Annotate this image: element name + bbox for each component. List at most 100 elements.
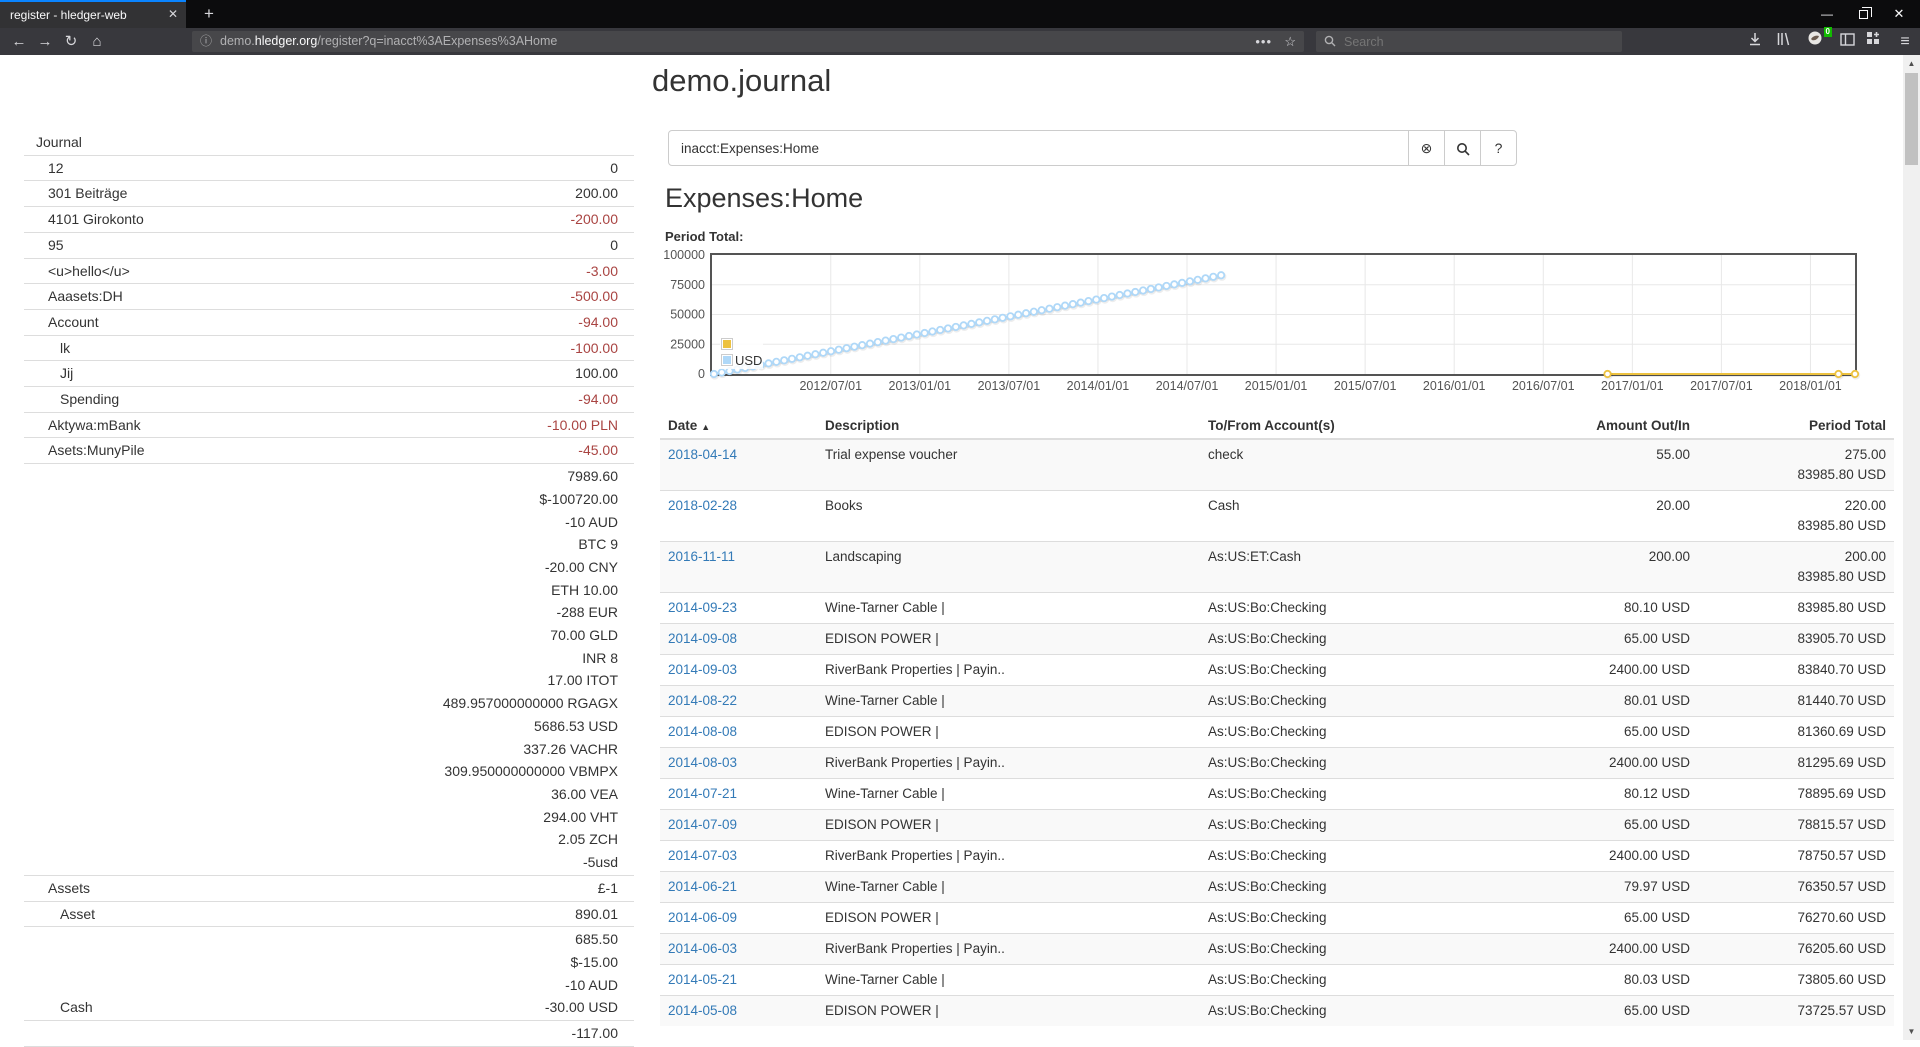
transaction-date-link[interactable]: 2014-08-08 [668, 724, 737, 739]
menu-hamburger-icon[interactable]: ≡ [1893, 30, 1917, 53]
sidebar-account-row[interactable]: Aaasets:DH-500.00 [24, 284, 634, 310]
sidebar-account-row[interactable]: -117.00 [24, 1021, 634, 1047]
sidebar-account-row[interactable]: Asset890.01 [24, 902, 634, 928]
register-row[interactable]: 2014-07-21Wine-Tarner Cable |As:US:Bo:Ch… [660, 779, 1894, 810]
register-row[interactable]: 2014-07-03RiverBank Properties | Payin..… [660, 841, 1894, 872]
home-button[interactable]: ⌂ [84, 30, 110, 53]
search-help-button[interactable]: ? [1480, 130, 1517, 166]
register-row[interactable]: 2014-09-08EDISON POWER |As:US:Bo:Checkin… [660, 624, 1894, 655]
svg-text:2015/01/01: 2015/01/01 [1245, 379, 1308, 393]
column-header-date[interactable]: Date▲ [660, 413, 817, 439]
transaction-date-link[interactable]: 2016-11-11 [668, 549, 735, 564]
page-scrollbar[interactable]: ▲ ▼ [1903, 55, 1920, 1040]
browser-search-bar[interactable] [1316, 31, 1622, 52]
download-icon[interactable] [1743, 30, 1767, 53]
browser-search-input[interactable] [1344, 31, 1604, 52]
account-link[interactable]: Spending [24, 388, 119, 411]
account-link[interactable]: Asets:MunyPile [24, 439, 144, 462]
register-row[interactable]: 2016-11-11LandscapingAs:US:ET:Cash200.00… [660, 542, 1894, 593]
sidebar-account-row[interactable]: Cash685.50$-15.00-10 AUD-30.00 USD [24, 927, 634, 1021]
account-link[interactable]: Jij [24, 362, 73, 385]
sidebar-account-row[interactable]: Jij100.00 [24, 361, 634, 387]
transaction-date-link[interactable]: 2014-08-03 [668, 755, 737, 770]
transaction-date-link[interactable]: 2014-06-21 [668, 879, 737, 894]
window-restore-button[interactable] [1846, 0, 1880, 28]
window-close-button[interactable]: ✕ [1882, 0, 1916, 28]
transaction-date-link[interactable]: 2014-06-09 [668, 910, 737, 925]
transaction-date-link[interactable]: 2014-09-03 [668, 662, 737, 677]
sidebar-account-row[interactable]: 301 Beiträge200.00 [24, 181, 634, 207]
account-link[interactable]: Journal [24, 131, 82, 154]
account-link[interactable]: 12 [24, 157, 64, 180]
url-bar[interactable]: ⓘ demo.hledger.org/register?q=inacct%3AE… [192, 31, 1304, 52]
sidebar-account-row[interactable]: Spending-94.00 [24, 387, 634, 413]
register-row[interactable]: 2014-06-03RiverBank Properties | Payin..… [660, 934, 1894, 965]
extension-icon[interactable]: 0 [1803, 30, 1827, 53]
register-row[interactable]: 2014-08-03RiverBank Properties | Payin..… [660, 748, 1894, 779]
transaction-date-link[interactable]: 2014-06-03 [668, 941, 737, 956]
new-tab-button[interactable]: + [196, 3, 222, 25]
sidebar-account-row[interactable]: 4101 Girokonto-200.00 [24, 207, 634, 233]
register-row[interactable]: 2018-02-28BooksCash20.00220.0083985.80 U… [660, 491, 1894, 542]
clear-filter-button[interactable]: ⊗ [1408, 130, 1445, 166]
site-info-icon[interactable]: ⓘ [200, 31, 212, 52]
bookmark-star-icon[interactable]: ☆ [1284, 31, 1296, 52]
forward-button[interactable]: → [32, 30, 58, 53]
account-link[interactable]: Aaasets:DH [24, 285, 123, 308]
transaction-date-link[interactable]: 2014-09-08 [668, 631, 737, 646]
sidebar-account-row[interactable]: <u>hello</u>-3.00 [24, 259, 634, 285]
account-link[interactable]: Account [24, 311, 99, 334]
sidebar-account-row[interactable]: Assets£-1 [24, 876, 634, 902]
register-row[interactable]: 2014-06-21Wine-Tarner Cable |As:US:Bo:Ch… [660, 872, 1894, 903]
sidebar-account-row[interactable]: 120 [24, 156, 634, 182]
scrollbar-thumb[interactable] [1905, 73, 1918, 165]
transaction-date-link[interactable]: 2018-04-14 [668, 447, 737, 462]
sidebar-account-row[interactable]: Asets:MunyPile-45.00 [24, 438, 634, 464]
reload-button[interactable]: ↻ [58, 30, 84, 53]
window-minimize-button[interactable]: — [1810, 0, 1844, 28]
browser-tab[interactable]: register - hledger-web ✕ [0, 0, 186, 28]
account-link[interactable]: <u>hello</u> [24, 260, 130, 283]
tab-close-icon[interactable]: ✕ [168, 7, 178, 21]
extensions-grid-icon[interactable] [1861, 30, 1885, 53]
account-link[interactable]: Asset [24, 903, 95, 926]
register-row[interactable]: 2014-08-08EDISON POWER |As:US:Bo:Checkin… [660, 717, 1894, 748]
account-link[interactable]: lk [24, 337, 70, 360]
sidebar-account-row[interactable]: lk-100.00 [24, 336, 634, 362]
journal-search-input[interactable] [668, 130, 1409, 166]
register-row[interactable]: 2018-04-14Trial expense vouchercheck55.0… [660, 439, 1894, 491]
account-link[interactable]: 4101 Girokonto [24, 208, 144, 231]
sidebar-account-row[interactable]: Journal [24, 130, 634, 156]
register-row[interactable]: 2014-05-08EDISON POWER |As:US:Bo:Checkin… [660, 996, 1894, 1027]
register-row[interactable]: 2014-09-23Wine-Tarner Cable |As:US:Bo:Ch… [660, 593, 1894, 624]
register-row[interactable]: 2014-07-09EDISON POWER |As:US:Bo:Checkin… [660, 810, 1894, 841]
sidebar-toggle-icon[interactable] [1835, 30, 1859, 53]
sidebar-account-row[interactable]: Aktywa:mBank-10.00 PLN [24, 413, 634, 439]
search-submit-button[interactable] [1444, 130, 1481, 166]
sidebar-account-row[interactable]: 7989.60$-100720.00-10 AUDBTC 9-20.00 CNY… [24, 464, 634, 876]
transaction-date-link[interactable]: 2014-05-08 [668, 1003, 737, 1018]
transaction-date-link[interactable]: 2018-02-28 [668, 498, 737, 513]
account-link[interactable]: 301 Beiträge [24, 182, 127, 205]
scroll-up-icon[interactable]: ▲ [1903, 55, 1920, 72]
transaction-date-link[interactable]: 2014-07-03 [668, 848, 737, 863]
back-button[interactable]: ← [6, 30, 32, 53]
account-link[interactable]: Aktywa:mBank [24, 414, 141, 437]
transaction-date-link[interactable]: 2014-08-22 [668, 693, 737, 708]
transaction-date-link[interactable]: 2014-05-21 [668, 972, 737, 987]
library-icon[interactable] [1771, 30, 1795, 53]
register-row[interactable]: 2014-06-09EDISON POWER |As:US:Bo:Checkin… [660, 903, 1894, 934]
sidebar-account-row[interactable]: Account-94.00 [24, 310, 634, 336]
transaction-date-link[interactable]: 2014-09-23 [668, 600, 737, 615]
register-row[interactable]: 2014-05-21Wine-Tarner Cable |As:US:Bo:Ch… [660, 965, 1894, 996]
page-actions-icon[interactable]: ••• [1255, 31, 1272, 52]
scroll-down-icon[interactable]: ▼ [1903, 1023, 1920, 1040]
transaction-date-link[interactable]: 2014-07-21 [668, 786, 737, 801]
register-row[interactable]: 2014-08-22Wine-Tarner Cable |As:US:Bo:Ch… [660, 686, 1894, 717]
sidebar-account-row[interactable]: 950 [24, 233, 634, 259]
register-row[interactable]: 2014-09-03RiverBank Properties | Payin..… [660, 655, 1894, 686]
account-link[interactable]: Cash [24, 996, 93, 1019]
account-link[interactable]: 95 [24, 234, 64, 257]
transaction-date-link[interactable]: 2014-07-09 [668, 817, 737, 832]
account-link[interactable]: Assets [24, 877, 90, 900]
